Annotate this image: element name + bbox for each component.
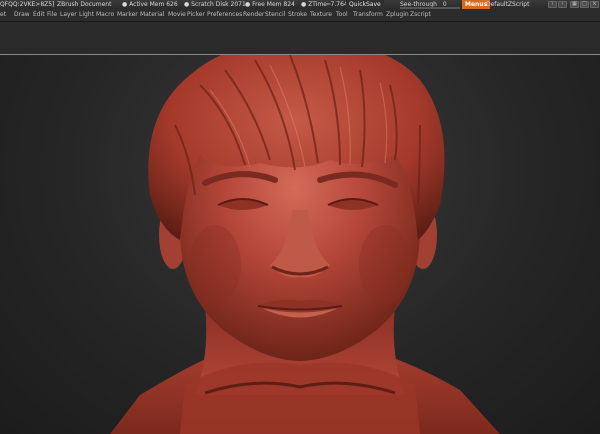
free-mem-readout: ● Free Mem 824 <box>245 1 295 8</box>
layout-icon[interactable]: ▦ <box>570 1 579 8</box>
menu-item-edit[interactable]: Edit <box>33 9 45 21</box>
default-zscript-button[interactable]: DefaultZScript <box>486 0 529 9</box>
collar-shape <box>180 362 420 434</box>
menu-item-material[interactable]: Material <box>140 9 164 21</box>
menu-item-render[interactable]: Render <box>243 9 264 21</box>
menu-item-preferences[interactable]: Preferences <box>207 9 242 21</box>
menu-item-tool[interactable]: Tool <box>336 9 348 21</box>
zbrush-window: QFQQ:2VKE>8Z5] ZBrush Document ● Active … <box>0 0 600 434</box>
sculpt-model <box>110 55 500 434</box>
menu-item-partial[interactable]: et <box>0 9 6 21</box>
menu-bar: et Draw Edit File Layer Light Macro Mark… <box>0 9 600 22</box>
arrow-right-icon[interactable]: › <box>558 1 567 8</box>
document-id: QFQQ:2VKE>8Z5] <box>0 1 55 8</box>
menu-item-draw[interactable]: Draw <box>14 9 30 21</box>
menu-item-light[interactable]: Light <box>79 9 94 21</box>
menu-item-macro[interactable]: Macro <box>96 9 114 21</box>
menu-item-zscript[interactable]: Zscript <box>410 9 431 21</box>
menu-item-picker[interactable]: Picker <box>187 9 205 21</box>
quicksave-button[interactable]: QuickSave <box>346 0 384 9</box>
title-bar: QFQQ:2VKE>8Z5] ZBrush Document ● Active … <box>0 0 600 9</box>
menu-item-texture[interactable]: Texture <box>310 9 332 21</box>
menu-item-marker[interactable]: Marker <box>117 9 138 21</box>
scratch-disk-readout: ● Scratch Disk 2071 <box>184 1 246 8</box>
arrow-left-icon[interactable]: ‹ <box>548 1 557 8</box>
menu-item-layer[interactable]: Layer <box>60 9 77 21</box>
document-name: ZBrush Document <box>57 1 112 8</box>
maximize-icon[interactable]: □ <box>580 1 589 8</box>
menu-item-transform[interactable]: Transform <box>353 9 383 21</box>
menu-item-zplugin[interactable]: Zplugin <box>386 9 409 21</box>
active-mem-readout: ● Active Mem 626 <box>122 1 178 8</box>
close-icon[interactable]: × <box>590 1 599 8</box>
menu-item-file[interactable]: File <box>47 9 57 21</box>
tool-shelf <box>0 22 600 54</box>
menu-item-stencil[interactable]: Stencil <box>265 9 285 21</box>
menu-item-stroke[interactable]: Stroke <box>288 9 307 21</box>
menu-item-movie[interactable]: Movie <box>168 9 186 21</box>
canvas-viewport[interactable] <box>0 55 600 434</box>
